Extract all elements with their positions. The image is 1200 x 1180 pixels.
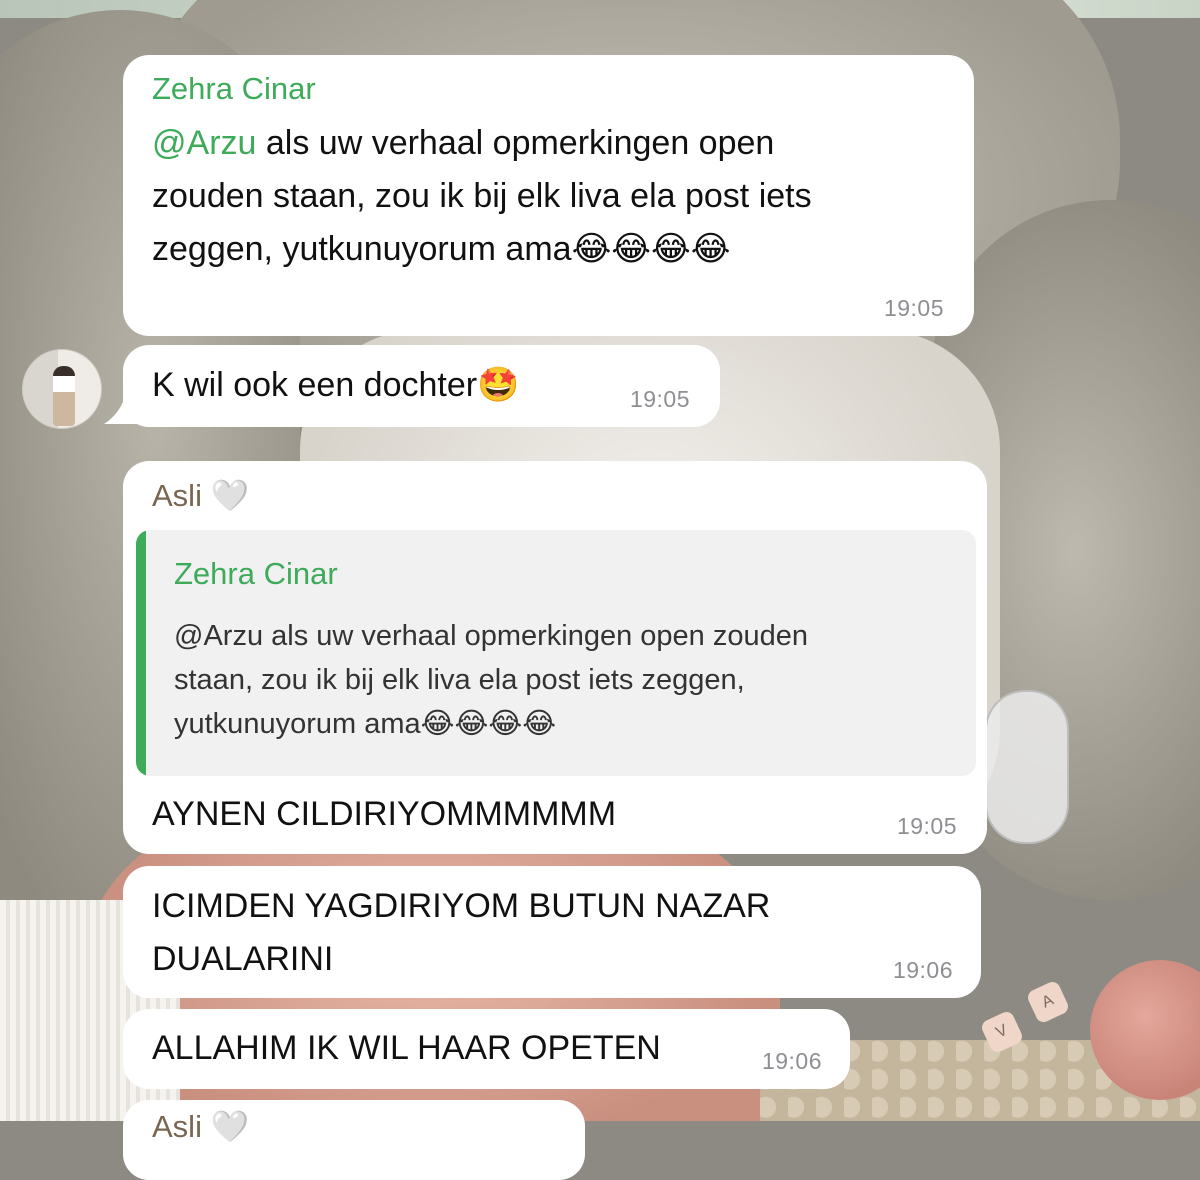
message-bubble[interactable]: Asli 🤍 xyxy=(123,1100,585,1180)
message-timestamp: 19:06 xyxy=(761,1048,822,1074)
message-timestamp: 19:05 xyxy=(883,295,944,321)
message-timestamp: 19:06 xyxy=(892,957,953,983)
quoted-sender-name: Zehra Cinar xyxy=(174,556,338,591)
message-text: K wil ook een dochter🤩 xyxy=(152,366,520,404)
message-bubble[interactable]: ICIMDEN YAGDIRIYOM BUTUN NAZAR DUALARINI… xyxy=(123,866,981,998)
message-text: AYNEN CILDIRIYOMMMMMM xyxy=(152,795,617,833)
message-bubble[interactable]: ALLAHIM IK WIL HAAR OPETEN 19:06 xyxy=(123,1009,850,1089)
avatar[interactable] xyxy=(22,349,102,429)
message-timestamp: 19:05 xyxy=(896,813,957,839)
sender-name[interactable]: Asli 🤍 xyxy=(152,477,249,514)
sender-name[interactable]: Zehra Cinar xyxy=(152,71,316,107)
message-bubble[interactable]: Asli 🤍 Zehra Cinar @Arzu als uw verhaal … xyxy=(123,461,987,854)
message-bubble[interactable]: Zehra Cinar @Arzu als uw verhaal opmerki… xyxy=(123,55,974,336)
message-list[interactable]: Zehra Cinar @Arzu als uw verhaal opmerki… xyxy=(0,0,1200,1180)
message-text: ICIMDEN YAGDIRIYOM BUTUN NAZAR DUALARINI xyxy=(152,887,771,978)
mention-link[interactable]: @Arzu xyxy=(152,124,256,162)
quoted-text: @Arzu als uw verhaal opmerkingen open zo… xyxy=(174,620,808,740)
quote-accent-bar xyxy=(136,530,146,776)
quoted-message[interactable]: Zehra Cinar @Arzu als uw verhaal opmerki… xyxy=(136,530,976,776)
message-bubble[interactable]: K wil ook een dochter🤩 19:05 xyxy=(123,345,720,427)
message-text: ALLAHIM IK WIL HAAR OPETEN xyxy=(152,1029,661,1067)
message-timestamp: 19:05 xyxy=(629,386,690,412)
message-text: @Arzu als uw verhaal opmerkingen open zo… xyxy=(152,124,812,268)
sender-name[interactable]: Asli 🤍 xyxy=(152,1108,249,1145)
